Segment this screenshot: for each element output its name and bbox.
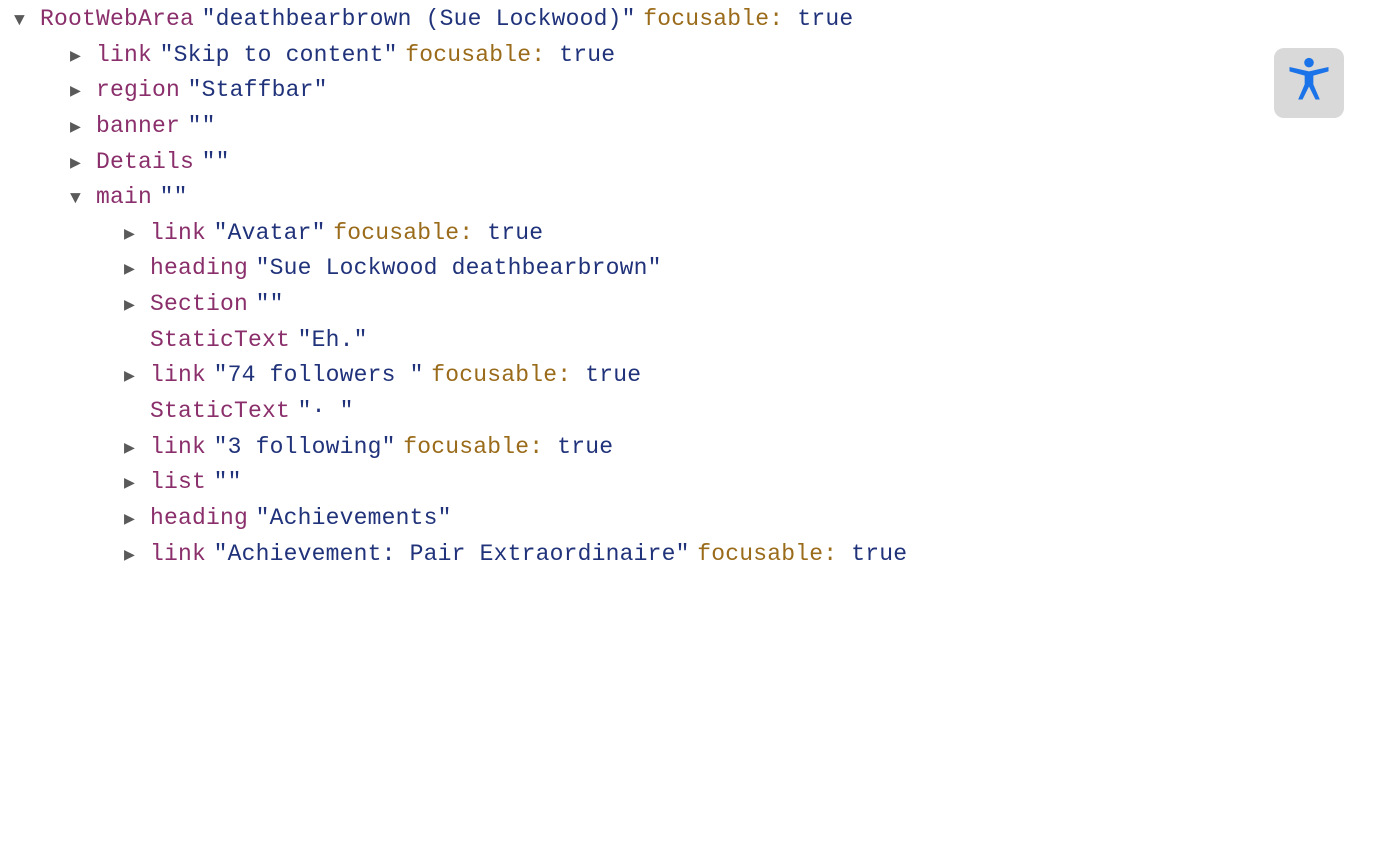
node-name: "Sue Lockwood deathbearbrown" (256, 255, 662, 281)
role-text: link (150, 434, 206, 460)
role-text: heading (150, 505, 248, 531)
node-name: "" (160, 184, 188, 210)
node-name: "74 followers " (214, 362, 424, 388)
node-name: "Staffbar" (188, 77, 328, 103)
accessibility-icon (1283, 54, 1335, 113)
node-name: "" (188, 113, 216, 139)
role-text: StaticText (150, 327, 290, 353)
role-text: Section (150, 291, 248, 317)
accessibility-badge[interactable] (1274, 48, 1344, 118)
tree-row[interactable]: ▶ link"74 followers "focusable: true (14, 358, 1384, 394)
tree-row[interactable]: ▶ StaticText"Eh." (14, 323, 1384, 359)
tree-row[interactable]: ▶ StaticText"· " (14, 394, 1384, 430)
role-text: link (150, 220, 206, 246)
disclosure-triangle-right-icon[interactable]: ▶ (124, 543, 150, 571)
prop-focusable-label: focusable (643, 6, 769, 32)
node-name: "" (256, 291, 284, 317)
role-text: region (96, 77, 180, 103)
prop-focusable-value: true (797, 6, 853, 32)
role-text: StaticText (150, 398, 290, 424)
disclosure-triangle-right-icon[interactable]: ▶ (70, 115, 96, 143)
disclosure-triangle-right-icon[interactable]: ▶ (70, 151, 96, 179)
prop-focusable-label: focusable (405, 42, 531, 68)
prop-focusable-label: focusable (333, 220, 459, 246)
tree-row[interactable]: ▶ heading "Achievements" (14, 501, 1384, 537)
disclosure-triangle-right-icon[interactable]: ▶ (124, 436, 150, 464)
role-text: link (150, 541, 206, 567)
role-text: list (150, 469, 206, 495)
tree-row[interactable]: ▶ heading "Sue Lockwood deathbearbrown" (14, 251, 1384, 287)
tree-row[interactable]: ▶ region "Staffbar" (14, 73, 1384, 109)
tree-row[interactable]: ▶ link"3 following"focusable: true (14, 430, 1384, 466)
prop-focusable-value: true (557, 434, 613, 460)
tree-row[interactable]: ▶ banner "" (14, 109, 1384, 145)
role-text: Details (96, 149, 194, 175)
disclosure-triangle-down-icon[interactable]: ▼ (14, 8, 40, 36)
tree-row[interactable]: ▼ main "" (14, 180, 1384, 216)
role-text: heading (150, 255, 248, 281)
tree-row[interactable]: ▶ Details "" (14, 145, 1384, 181)
disclosure-triangle-right-icon[interactable]: ▶ (124, 257, 150, 285)
node-name: "3 following" (214, 434, 396, 460)
prop-focusable-label: focusable (403, 434, 529, 460)
node-name: "Eh." (298, 327, 368, 353)
role-text: RootWebArea (40, 6, 194, 32)
tree-row[interactable]: ▶ Section "" (14, 287, 1384, 323)
disclosure-triangle-right-icon[interactable]: ▶ (70, 79, 96, 107)
role-text: link (96, 42, 152, 68)
disclosure-triangle-down-icon[interactable]: ▼ (70, 186, 96, 214)
accessibility-tree: ▼ RootWebArea "deathbearbrown (Sue Lockwo… (0, 0, 1384, 572)
prop-focusable-value: true (851, 541, 907, 567)
node-name: "deathbearbrown (Sue Lockwood)" (202, 6, 636, 32)
disclosure-triangle-right-icon[interactable]: ▶ (124, 471, 150, 499)
prop-focusable-value: true (559, 42, 615, 68)
tree-row[interactable]: ▶ link "Achievement: Pair Extraordinaire"… (14, 537, 1384, 573)
role-text: banner (96, 113, 180, 139)
node-name: "" (202, 149, 230, 175)
prop-focusable-label: focusable (431, 362, 557, 388)
disclosure-triangle-right-icon[interactable]: ▶ (124, 222, 150, 250)
role-text: link (150, 362, 206, 388)
node-name: "Achievements" (256, 505, 452, 531)
tree-row[interactable]: ▶ link"Avatar"focusable: true (14, 216, 1384, 252)
role-text: main (96, 184, 152, 210)
disclosure-triangle-right-icon[interactable]: ▶ (124, 293, 150, 321)
prop-focusable-value: true (487, 220, 543, 246)
node-name: "" (214, 469, 242, 495)
prop-focusable-value: true (585, 362, 641, 388)
tree-row[interactable]: ▶ list "" (14, 465, 1384, 501)
node-name: "Avatar" (214, 220, 326, 246)
prop-focusable-label: focusable (697, 541, 823, 567)
disclosure-triangle-right-icon[interactable]: ▶ (124, 507, 150, 535)
node-name: "Achievement: Pair Extraordinaire" (214, 541, 690, 567)
node-name: "Skip to content" (160, 42, 398, 68)
node-name: "· " (298, 398, 354, 424)
disclosure-triangle-right-icon[interactable]: ▶ (124, 364, 150, 392)
tree-row-root[interactable]: ▼ RootWebArea "deathbearbrown (Sue Lockwo… (14, 2, 1384, 38)
tree-row[interactable]: ▶ link"Skip to content"focusable: true (14, 38, 1384, 74)
disclosure-triangle-right-icon[interactable]: ▶ (70, 44, 96, 72)
